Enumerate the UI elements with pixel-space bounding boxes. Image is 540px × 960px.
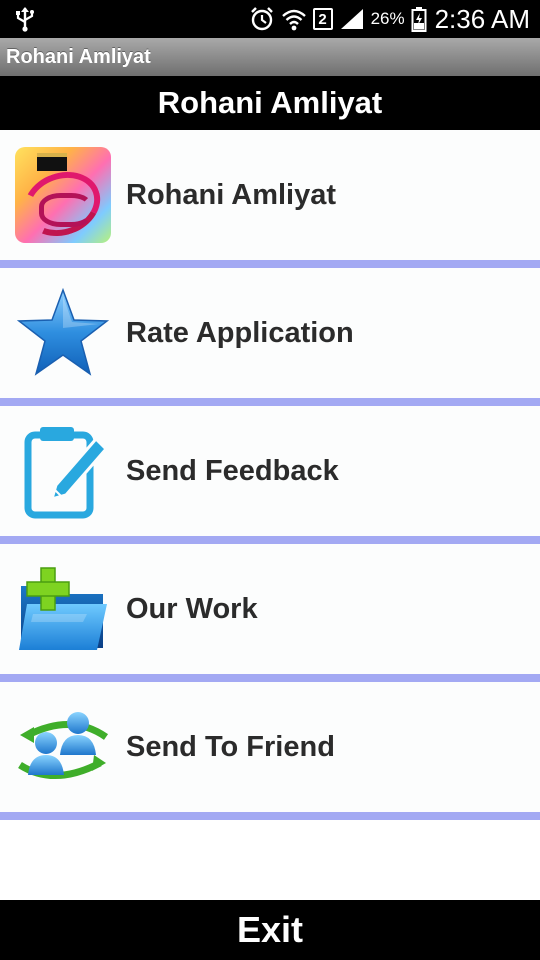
menu-item-label: Our Work bbox=[126, 592, 258, 625]
share-users-icon bbox=[14, 698, 112, 796]
app-titlebar: Rohani Amliyat bbox=[0, 38, 540, 76]
app-titlebar-text: Rohani Amliyat bbox=[6, 45, 151, 68]
menu-list: Rohani Amliyat Rate Application Send Fee… bbox=[0, 130, 540, 820]
sim-icon: 2 bbox=[312, 8, 333, 30]
alarm-icon bbox=[249, 6, 275, 32]
divider bbox=[0, 536, 540, 544]
app-logo-icon bbox=[14, 146, 112, 244]
menu-item-rohani-amliyat[interactable]: Rohani Amliyat bbox=[0, 130, 540, 260]
star-icon bbox=[14, 284, 112, 382]
menu-item-label: Rate Application bbox=[126, 316, 354, 349]
status-right: 2 26% 2:36 AM bbox=[249, 4, 530, 35]
exit-label: Exit bbox=[236, 909, 304, 950]
folder-add-icon bbox=[14, 560, 112, 658]
menu-item-label: Send Feedback bbox=[126, 454, 339, 487]
divider bbox=[0, 674, 540, 682]
divider bbox=[0, 812, 540, 820]
battery-percent: 26% bbox=[370, 9, 405, 28]
menu-item-our-work[interactable]: Our Work bbox=[0, 544, 540, 674]
clock-time: 2:36 AM bbox=[434, 3, 530, 34]
menu-item-label: Send To Friend bbox=[126, 730, 335, 763]
page-header: Rohani Amliyat bbox=[0, 76, 540, 130]
divider bbox=[0, 260, 540, 268]
menu-item-send-to-friend[interactable]: Send To Friend bbox=[0, 682, 540, 812]
menu-item-label: Rohani Amliyat bbox=[126, 178, 337, 211]
menu-item-send-feedback[interactable]: Send Feedback bbox=[0, 406, 540, 536]
signal-icon bbox=[339, 7, 365, 31]
exit-button[interactable]: Exit bbox=[0, 900, 540, 960]
battery-icon bbox=[411, 6, 427, 32]
divider bbox=[0, 398, 540, 406]
edit-note-icon bbox=[14, 422, 112, 520]
wifi-icon bbox=[281, 6, 307, 32]
status-left bbox=[14, 6, 36, 32]
page-title: Rohani Amliyat bbox=[157, 85, 383, 120]
status-bar: 2 26% 2:36 AM bbox=[0, 0, 540, 38]
usb-icon bbox=[14, 6, 36, 32]
menu-item-rate-application[interactable]: Rate Application bbox=[0, 268, 540, 398]
